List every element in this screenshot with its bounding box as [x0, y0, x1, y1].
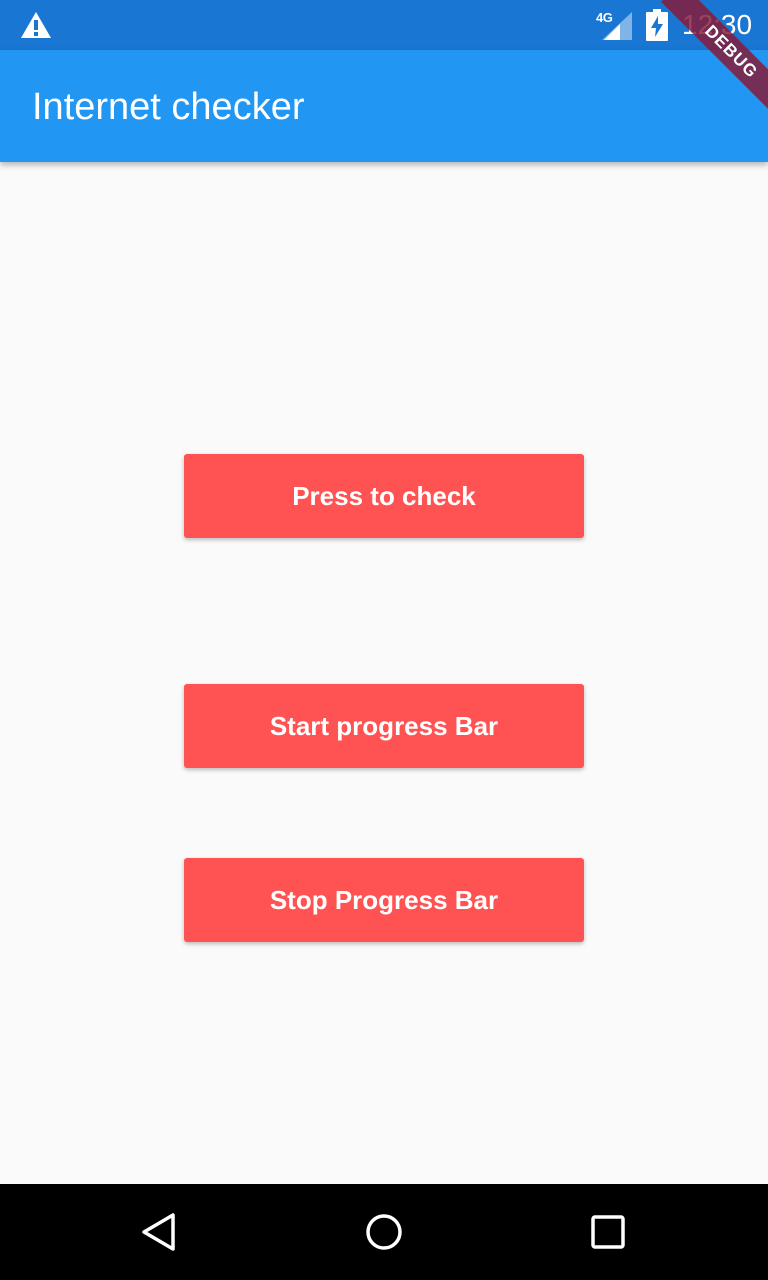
status-bar: 4G 12:30 [0, 0, 768, 50]
home-icon[interactable] [364, 1212, 404, 1252]
press-to-check-button[interactable]: Press to check [184, 454, 584, 538]
warning-icon [21, 12, 51, 38]
signal-icon [602, 12, 632, 40]
stop-progress-bar-button[interactable]: Stop Progress Bar [184, 858, 584, 942]
app-bar: Internet checker [0, 50, 768, 162]
back-icon[interactable] [140, 1212, 180, 1252]
recents-icon[interactable] [588, 1212, 628, 1252]
start-progress-bar-button[interactable]: Start progress Bar [184, 684, 584, 768]
battery-charging-icon [646, 9, 668, 41]
page-title: Internet checker [32, 86, 305, 128]
navigation-bar [0, 1184, 768, 1280]
